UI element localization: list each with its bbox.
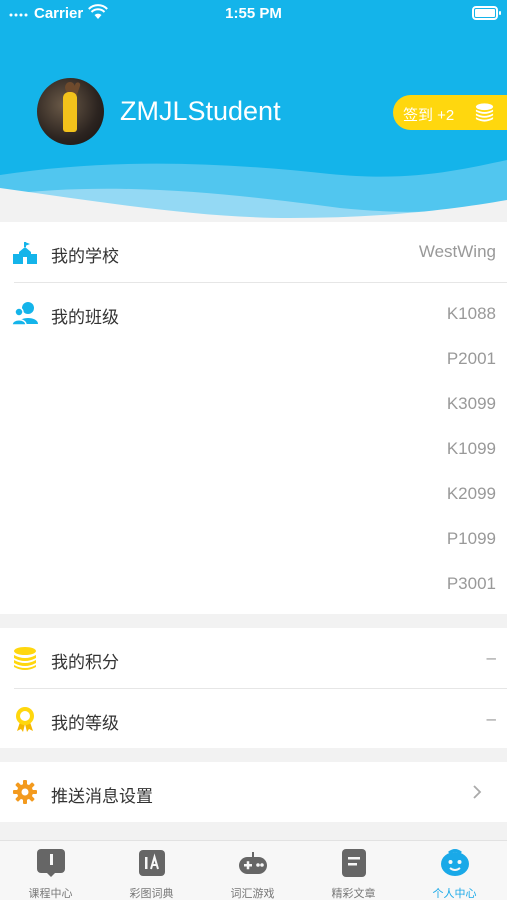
points-row[interactable]: 我的积分 –: [0, 628, 507, 688]
class-value: K1088: [446, 304, 496, 323]
class-row[interactable]: 我的班级: [0, 283, 507, 343]
points-level-card: 我的积分 – 我的等级 –: [0, 628, 507, 748]
username: ZMJLStudent: [120, 96, 281, 126]
gamepad-icon: [239, 852, 267, 874]
clock: 1:55 PM: [225, 5, 282, 22]
level-value: –: [486, 709, 496, 728]
push-settings-row[interactable]: 推送消息设置: [0, 762, 507, 822]
profile-face-icon: [441, 849, 469, 876]
coin-stack-icon: [475, 103, 494, 122]
school-value: WestWing: [418, 242, 496, 261]
tab-articles[interactable]: 精彩文章: [303, 841, 404, 900]
level-label: 我的等级: [51, 714, 119, 733]
tab-dictionary[interactable]: 彩图词典: [101, 841, 202, 900]
school-icon: [13, 242, 37, 264]
tab-label: 词汇游戏: [230, 888, 275, 900]
tab-vocab-game[interactable]: 词汇游戏: [202, 841, 303, 900]
profile-header: Carrier 1:55 PM ZMJLStudent 签到 +2: [0, 0, 507, 220]
points-value: –: [486, 648, 496, 667]
gear-icon: [13, 780, 37, 804]
tab-course-center[interactable]: 课程中心: [0, 841, 101, 900]
school-class-card: 我的学校 WestWing 我的班级 K1088 P2001 K3099 K10…: [0, 222, 507, 614]
push-settings-label: 推送消息设置: [51, 787, 153, 806]
class-label: 我的班级: [51, 308, 119, 327]
course-icon: [37, 849, 65, 877]
class-value: P1099: [446, 529, 496, 548]
school-row[interactable]: 我的学校 WestWing: [0, 222, 507, 282]
status-bar: Carrier 1:55 PM: [0, 0, 507, 28]
class-icon: [12, 302, 38, 326]
header-waves: [0, 160, 507, 220]
class-value: K1099: [446, 439, 496, 458]
tab-label: 课程中心: [28, 888, 73, 900]
push-settings-card: 推送消息设置: [0, 762, 507, 822]
class-value: K3099: [446, 394, 496, 413]
tab-label: 个人中心: [432, 888, 477, 900]
medal-icon: [16, 707, 34, 732]
tab-personal-center[interactable]: 个人中心: [404, 841, 505, 900]
coin-stack-icon: [14, 647, 36, 670]
school-label: 我的学校: [51, 247, 119, 266]
class-value: P2001: [446, 349, 496, 368]
tab-label: 彩图词典: [129, 888, 174, 900]
article-icon: [342, 849, 366, 877]
chevron-right-icon: [473, 785, 482, 799]
level-row[interactable]: 我的等级 –: [0, 689, 507, 749]
class-value: K2099: [446, 484, 496, 503]
battery-icon: [472, 6, 501, 20]
checkin-button[interactable]: 签到 +2: [393, 95, 507, 130]
dictionary-icon: [139, 850, 165, 876]
avatar[interactable]: [37, 78, 104, 145]
points-label: 我的积分: [51, 653, 119, 672]
tab-label: 精彩文章: [331, 888, 376, 900]
tab-bar: 课程中心 彩图词典 词汇游戏 精彩文章 个人中心: [0, 840, 507, 900]
class-value: P3001: [446, 574, 496, 593]
checkin-label: 签到 +2: [403, 107, 455, 124]
